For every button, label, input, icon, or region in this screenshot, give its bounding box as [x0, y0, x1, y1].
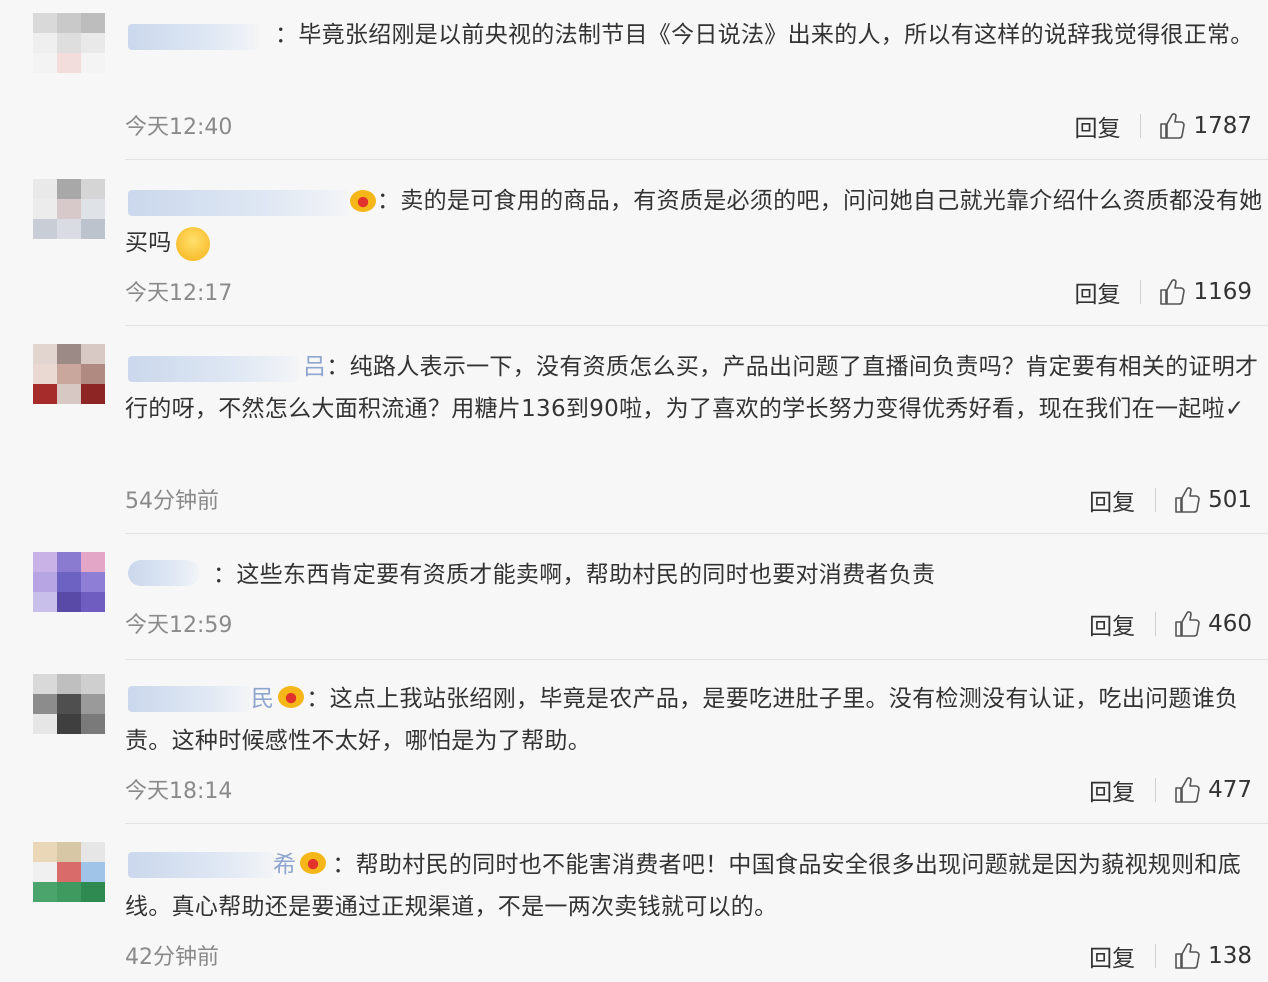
- comment-item: ：毕竟张绍刚是以前央视的法制节目《今日说法》出来的人，所以有这样的说辞我觉得很正…: [0, 0, 1268, 160]
- avatar[interactable]: [33, 179, 105, 241]
- action-divider: [1155, 612, 1157, 636]
- avatar[interactable]: [33, 842, 105, 904]
- name-separator: ：: [306, 686, 330, 712]
- action-divider: [1140, 114, 1142, 138]
- thumbs-up-icon: [1160, 113, 1186, 139]
- comment-text: ：这些东西肯定要有资质才能卖啊，帮助村民的同时也要对消费者负责: [213, 562, 936, 588]
- name-separator: ：: [275, 22, 299, 48]
- comment-item: ：卖的是可食用的商品，有资质是必须的吧，问问她自己就光靠介绍什么资质都没有她买吗…: [0, 166, 1268, 326]
- username-tail: 希: [273, 852, 297, 878]
- name-separator: ：: [332, 852, 356, 878]
- thumbs-up-icon: [1175, 611, 1200, 637]
- username-tail: 民: [251, 686, 275, 712]
- like-button[interactable]: 501: [1174, 486, 1252, 514]
- reply-button[interactable]: 回复: [1074, 109, 1120, 143]
- like-count: 1169: [1193, 279, 1252, 305]
- comment-item: 民：这点上我站张绍刚，毕竟是农产品，是要吃进肚子里。没有检测没有认证，吃出问题谁…: [0, 664, 1268, 824]
- comment-time: 今天12:17: [125, 281, 233, 306]
- comment-time: 今天18:14: [125, 779, 233, 804]
- comment-text: ：毕竟张绍刚是以前央视的法制节目《今日说法》出来的人，所以有这样的说辞我觉得很正…: [275, 22, 1254, 48]
- comment-time: 42分钟前: [125, 945, 219, 970]
- thumbs-up-icon: [1175, 943, 1200, 969]
- like-count: 1787: [1193, 113, 1252, 139]
- name-separator: ：: [326, 354, 350, 380]
- like-button[interactable]: 138: [1174, 942, 1252, 970]
- action-divider: [1155, 778, 1157, 802]
- action-divider: [1155, 488, 1157, 512]
- reply-button[interactable]: 回复: [1089, 939, 1135, 973]
- comment-divider: [125, 159, 1268, 160]
- name-separator: ：: [377, 188, 401, 214]
- comment-time: 54分钟前: [125, 489, 219, 514]
- comment-divider: [125, 533, 1268, 534]
- comment-text: ：卖的是可食用的商品，有资质是必须的吧，问问她自己就光靠介绍什么资质都没有她买吗: [125, 180, 1268, 264]
- thumbs-up-icon: [1160, 279, 1186, 305]
- comment-item: 吕：纯路人表示一下，没有资质怎么买，产品出问题了直播间负责吗？肯定要有相关的证明…: [0, 332, 1268, 534]
- comment-divider: [125, 325, 1268, 326]
- comment-time: 今天12:40: [125, 115, 233, 140]
- comment-actions: 回复 460: [1089, 608, 1252, 640]
- like-button[interactable]: 1169: [1159, 278, 1252, 306]
- like-count: 138: [1208, 943, 1252, 969]
- reply-button[interactable]: 回复: [1074, 275, 1120, 309]
- reply-button[interactable]: 回复: [1089, 773, 1135, 807]
- thumbs-up-icon: [1175, 487, 1200, 513]
- comment-time: 今天12:59: [125, 613, 233, 638]
- username-tail: 吕: [303, 354, 327, 380]
- reply-button[interactable]: 回复: [1089, 483, 1135, 517]
- avatar[interactable]: [33, 552, 105, 614]
- avatar[interactable]: [33, 13, 105, 75]
- like-count: 460: [1208, 611, 1252, 637]
- comment-text: 希：帮助村民的同时也不能害消费者吧！中国食品安全很多出现问题就是因为藐视规则和底…: [125, 852, 1242, 920]
- comment-actions: 回复 138: [1089, 940, 1252, 972]
- action-divider: [1140, 280, 1142, 304]
- comment-actions: 回复 501: [1089, 484, 1252, 516]
- comment-actions: 回复 477: [1089, 774, 1252, 806]
- thumbs-up-icon: [1175, 777, 1200, 803]
- comment-item: 希：帮助村民的同时也不能害消费者吧！中国食品安全很多出现问题就是因为藐视规则和底…: [0, 830, 1268, 982]
- like-button[interactable]: 1787: [1159, 112, 1252, 140]
- avatar[interactable]: [33, 674, 105, 736]
- like-button[interactable]: 460: [1174, 610, 1252, 638]
- comment-text: 民：这点上我站张绍刚，毕竟是农产品，是要吃进肚子里。没有检测没有认证，吃出问题谁…: [125, 686, 1239, 754]
- comment-item: ：这些东西肯定要有资质才能卖啊，帮助村民的同时也要对消费者负责 今天12:59 …: [0, 540, 1268, 660]
- reply-button[interactable]: 回复: [1089, 607, 1135, 641]
- grinning-emoji-icon: [175, 226, 210, 261]
- comment-actions: 回复 1169: [1074, 276, 1252, 308]
- name-separator: ：: [213, 562, 237, 588]
- comment-divider: [125, 823, 1268, 824]
- avatar[interactable]: [33, 344, 105, 406]
- comment-actions: 回复 1787: [1074, 110, 1252, 142]
- like-button[interactable]: 477: [1174, 776, 1252, 804]
- comment-divider: [125, 659, 1268, 660]
- action-divider: [1155, 944, 1157, 968]
- comment-text: 吕：纯路人表示一下，没有资质怎么买，产品出问题了直播间负责吗？肯定要有相关的证明…: [125, 354, 1259, 422]
- like-count: 477: [1208, 777, 1252, 803]
- like-count: 501: [1208, 487, 1252, 513]
